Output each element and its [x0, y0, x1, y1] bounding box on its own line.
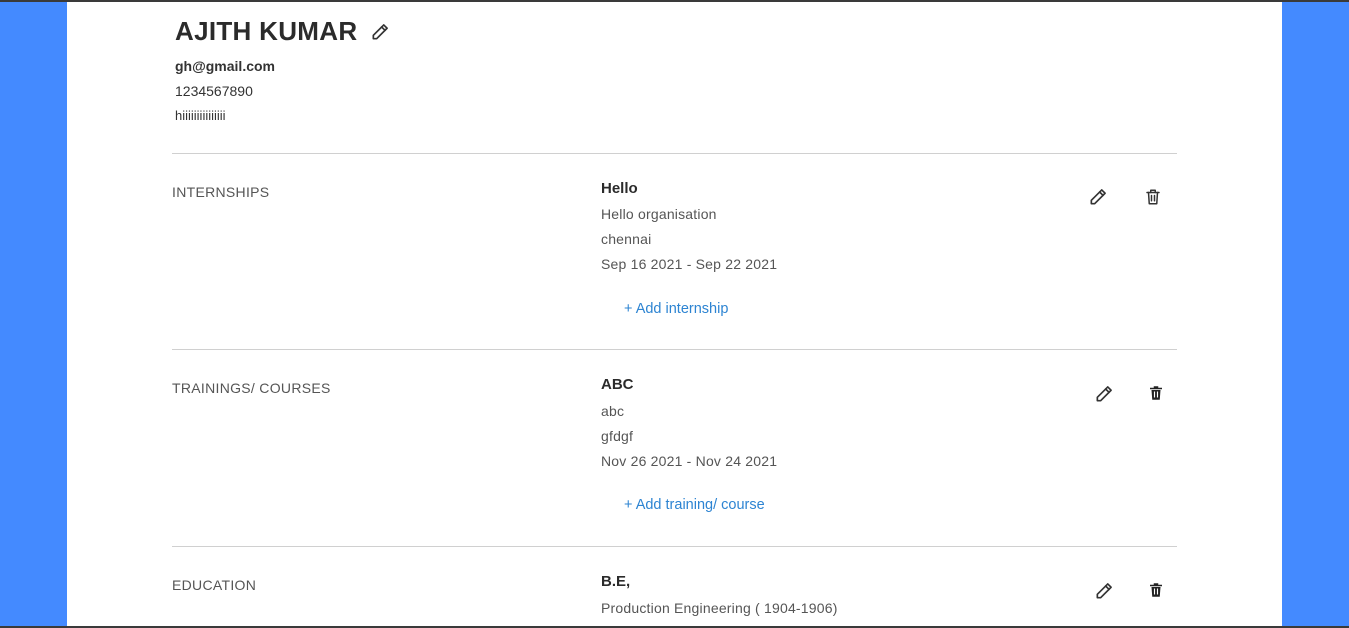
- internship-role: Hello: [601, 180, 638, 197]
- edit-education-button[interactable]: [1091, 578, 1117, 604]
- pencil-icon: [1096, 386, 1112, 402]
- pencil-icon: [1096, 583, 1112, 599]
- profile-email: gh@gmail.com: [175, 58, 275, 74]
- profile-name: AJITH KUMAR: [175, 16, 358, 46]
- training-location: gfdgf: [601, 428, 634, 444]
- trash-icon: [1150, 386, 1162, 400]
- add-internship-link[interactable]: + Add internship: [624, 301, 728, 317]
- profile-card: AJITH KUMAR gh@gmail.com 1234567890 hiii…: [67, 2, 1282, 628]
- divider: [172, 546, 1177, 547]
- training-organisation: abc: [601, 403, 625, 419]
- delete-education-button[interactable]: [1143, 577, 1169, 603]
- trash-icon: [1150, 583, 1162, 597]
- edit-training-button[interactable]: [1091, 381, 1117, 407]
- education-stream: Production Engineering ( 1904-1906): [601, 600, 838, 616]
- trash-icon: [1146, 189, 1160, 205]
- training-name: ABC: [601, 376, 634, 393]
- divider: [172, 153, 1177, 154]
- internship-location: chennai: [601, 231, 652, 247]
- section-title-internships: INTERNSHIPS: [172, 184, 270, 200]
- section-title-education: EDUCATION: [172, 577, 257, 593]
- pencil-icon: [1090, 189, 1106, 205]
- profile-header: AJITH KUMAR: [175, 16, 391, 47]
- training-dates: Nov 26 2021 - Nov 24 2021: [601, 453, 778, 469]
- delete-internship-button[interactable]: [1140, 184, 1166, 210]
- edit-internship-button[interactable]: [1085, 184, 1111, 210]
- internship-dates: Sep 16 2021 - Sep 22 2021: [601, 256, 778, 272]
- add-training-link[interactable]: + Add training/ course: [624, 497, 765, 513]
- education-degree: B.E,: [601, 573, 631, 590]
- edit-profile-button[interactable]: [369, 21, 391, 43]
- divider: [172, 349, 1177, 350]
- internship-organisation: Hello organisation: [601, 206, 717, 222]
- profile-phone: 1234567890: [175, 83, 253, 99]
- profile-bio: hiiiiiiiiiiiiiii: [175, 108, 226, 123]
- delete-training-button[interactable]: [1143, 380, 1169, 406]
- section-title-trainings: TRAININGS/ COURSES: [172, 380, 331, 396]
- pencil-icon: [372, 23, 389, 40]
